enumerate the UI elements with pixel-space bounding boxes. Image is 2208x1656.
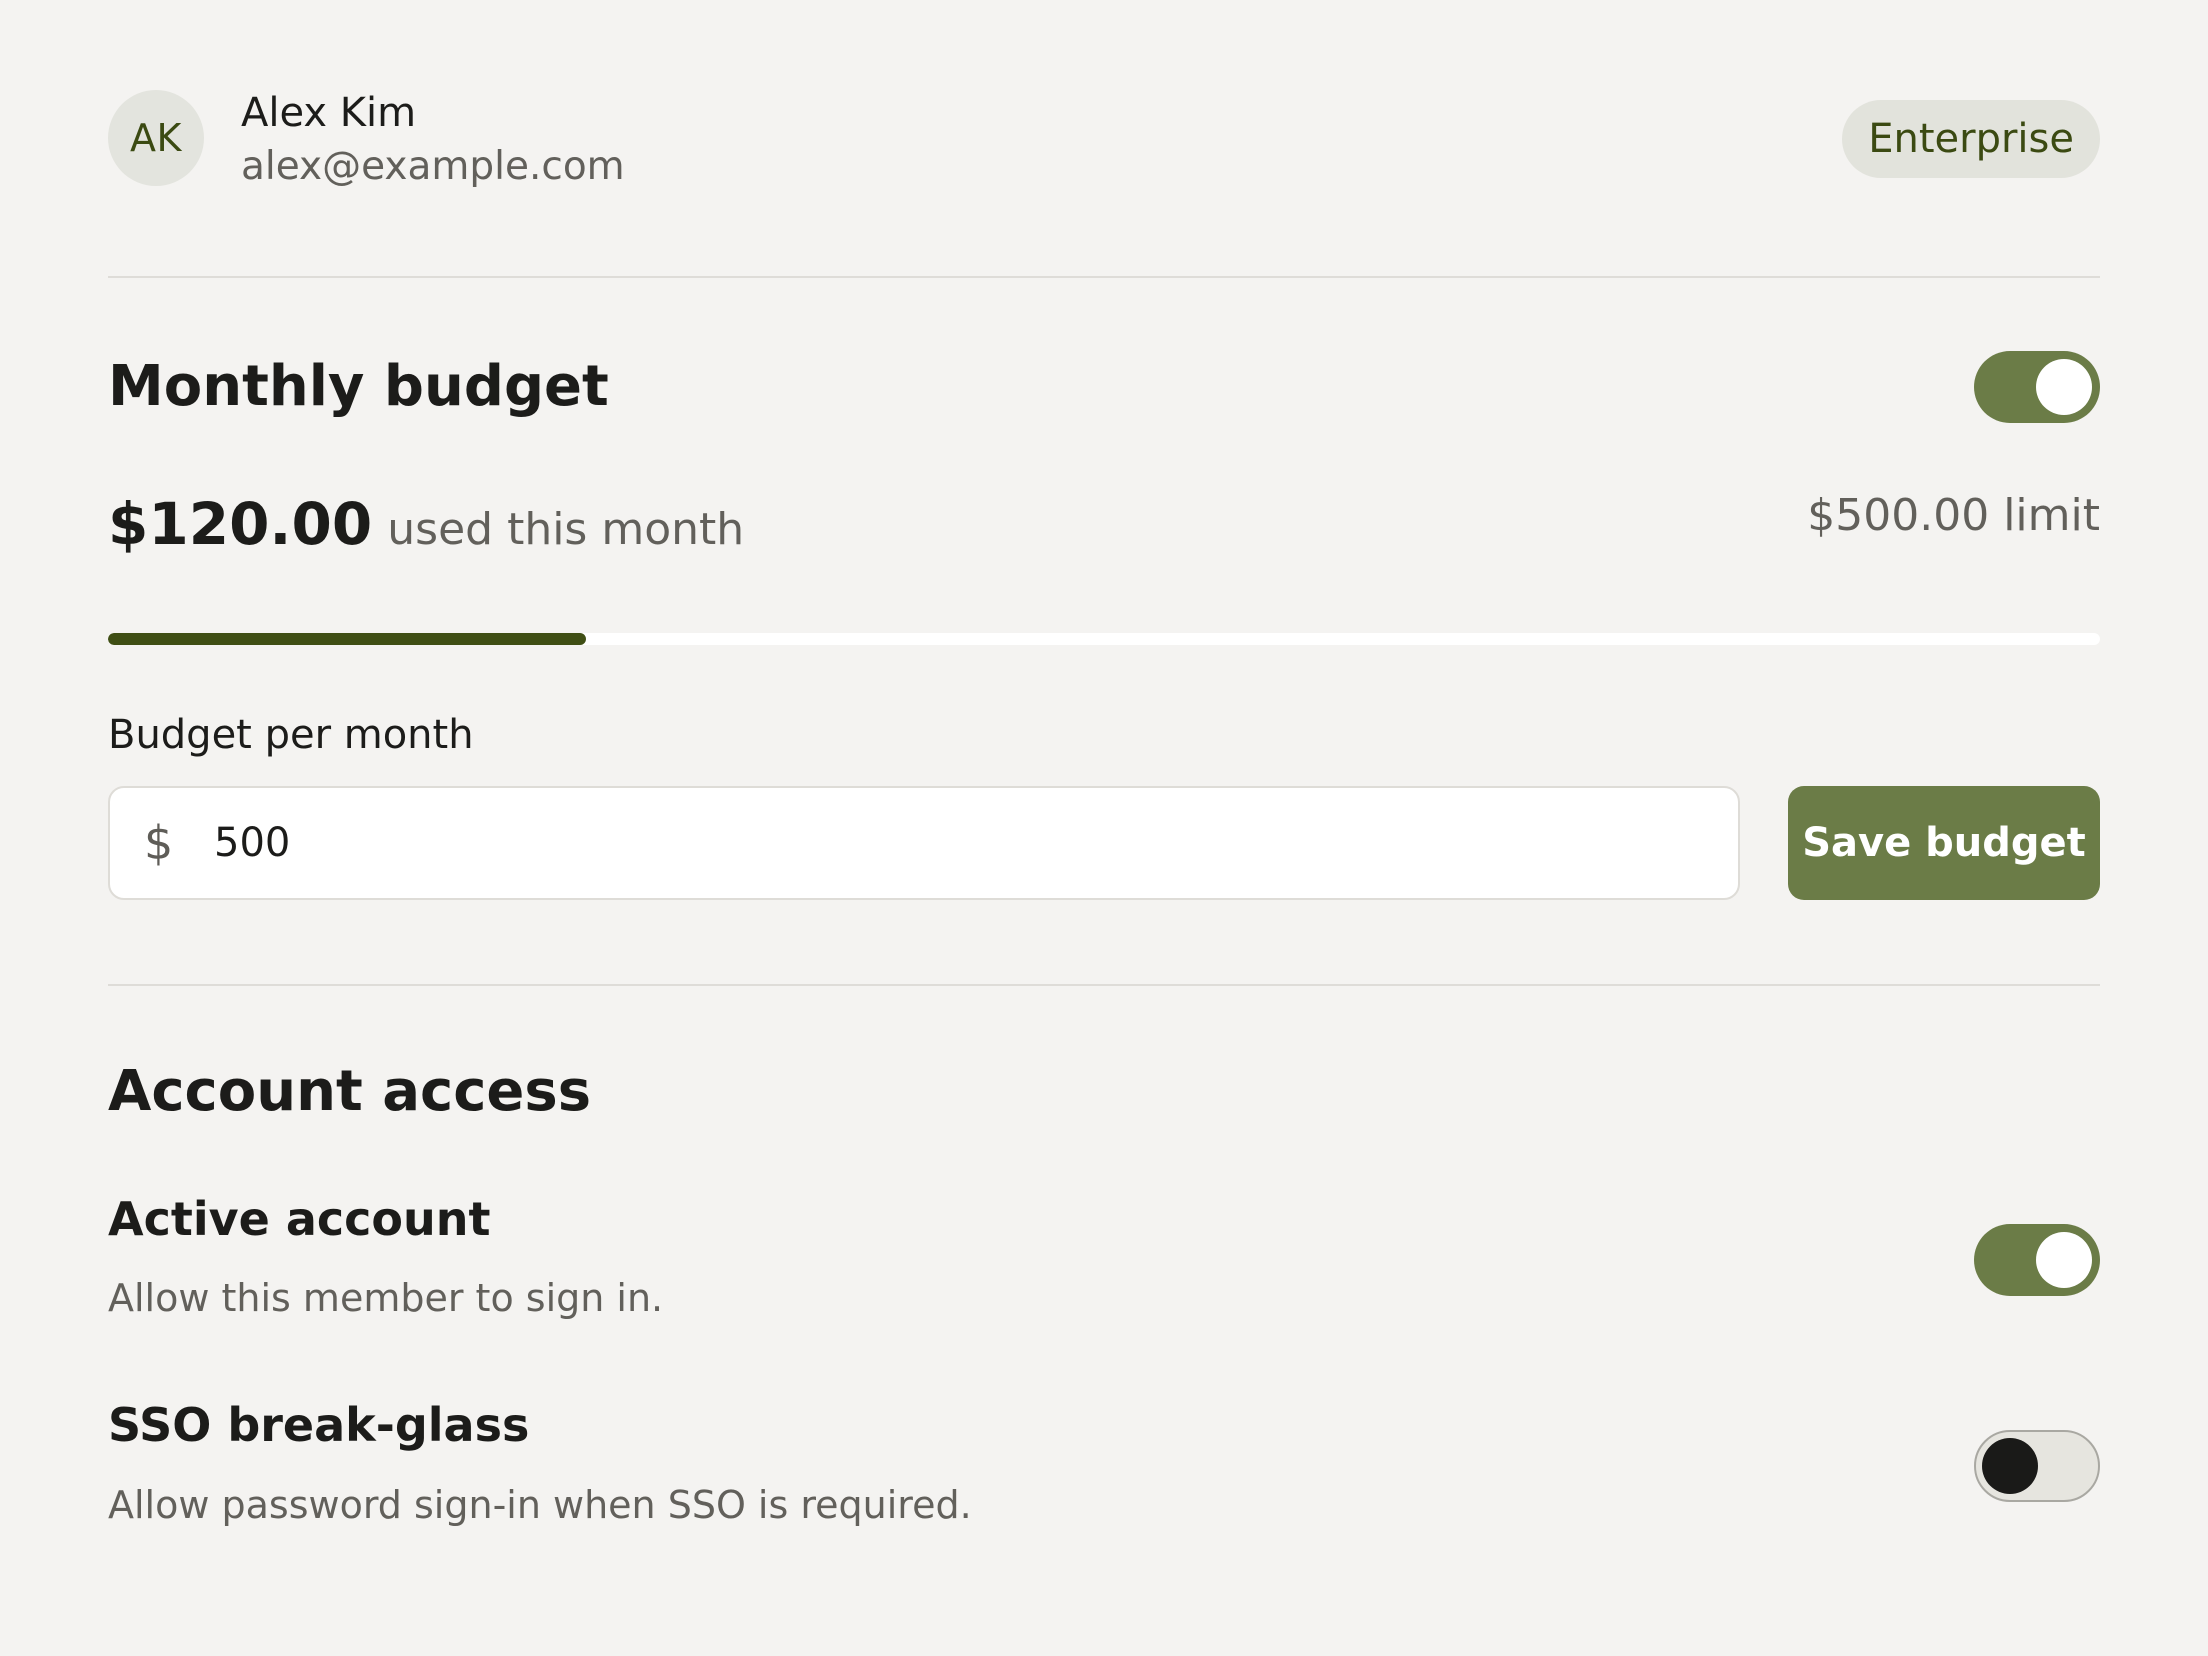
budget-field-label: Budget per month — [108, 712, 474, 758]
divider — [108, 984, 2100, 986]
plan-badge: Enterprise — [1842, 100, 2100, 178]
avatar: AK — [108, 90, 204, 186]
sso-break-glass-toggle[interactable] — [1974, 1430, 2100, 1502]
save-budget-button[interactable]: Save budget — [1788, 786, 2100, 900]
divider — [108, 276, 2100, 278]
budget-progress-bar — [108, 633, 2100, 645]
toggle-knob — [2036, 1232, 2092, 1288]
toggle-knob — [2036, 359, 2092, 415]
setting-title-sso-break-glass: SSO break-glass — [108, 1398, 530, 1452]
access-section-title: Account access — [108, 1059, 592, 1124]
currency-symbol: $ — [144, 816, 174, 870]
active-account-toggle[interactable] — [1974, 1224, 2100, 1296]
setting-desc-sso-break-glass: Allow password sign-in when SSO is requi… — [108, 1483, 972, 1527]
toggle-knob — [1982, 1438, 2038, 1494]
budget-progress-fill — [108, 633, 587, 645]
budget-limit: $500.00 limit — [1807, 490, 2100, 541]
budget-input-value[interactable]: 500 — [214, 788, 290, 898]
member-email: alex@example.com — [241, 144, 625, 189]
budget-usage: $120.00 used this month — [108, 490, 744, 558]
used-label: used this month — [387, 504, 745, 555]
member-name: Alex Kim — [241, 90, 417, 136]
setting-title-active-account: Active account — [108, 1192, 491, 1246]
budget-toggle[interactable] — [1974, 351, 2100, 423]
used-amount: $120.00 — [108, 490, 373, 558]
member-header: AK Alex Kim alex@example.com Enterprise — [108, 90, 2100, 189]
budget-section-title: Monthly budget — [108, 354, 609, 419]
setting-desc-active-account: Allow this member to sign in. — [108, 1276, 664, 1320]
budget-input[interactable]: $ 500 — [108, 786, 1740, 900]
